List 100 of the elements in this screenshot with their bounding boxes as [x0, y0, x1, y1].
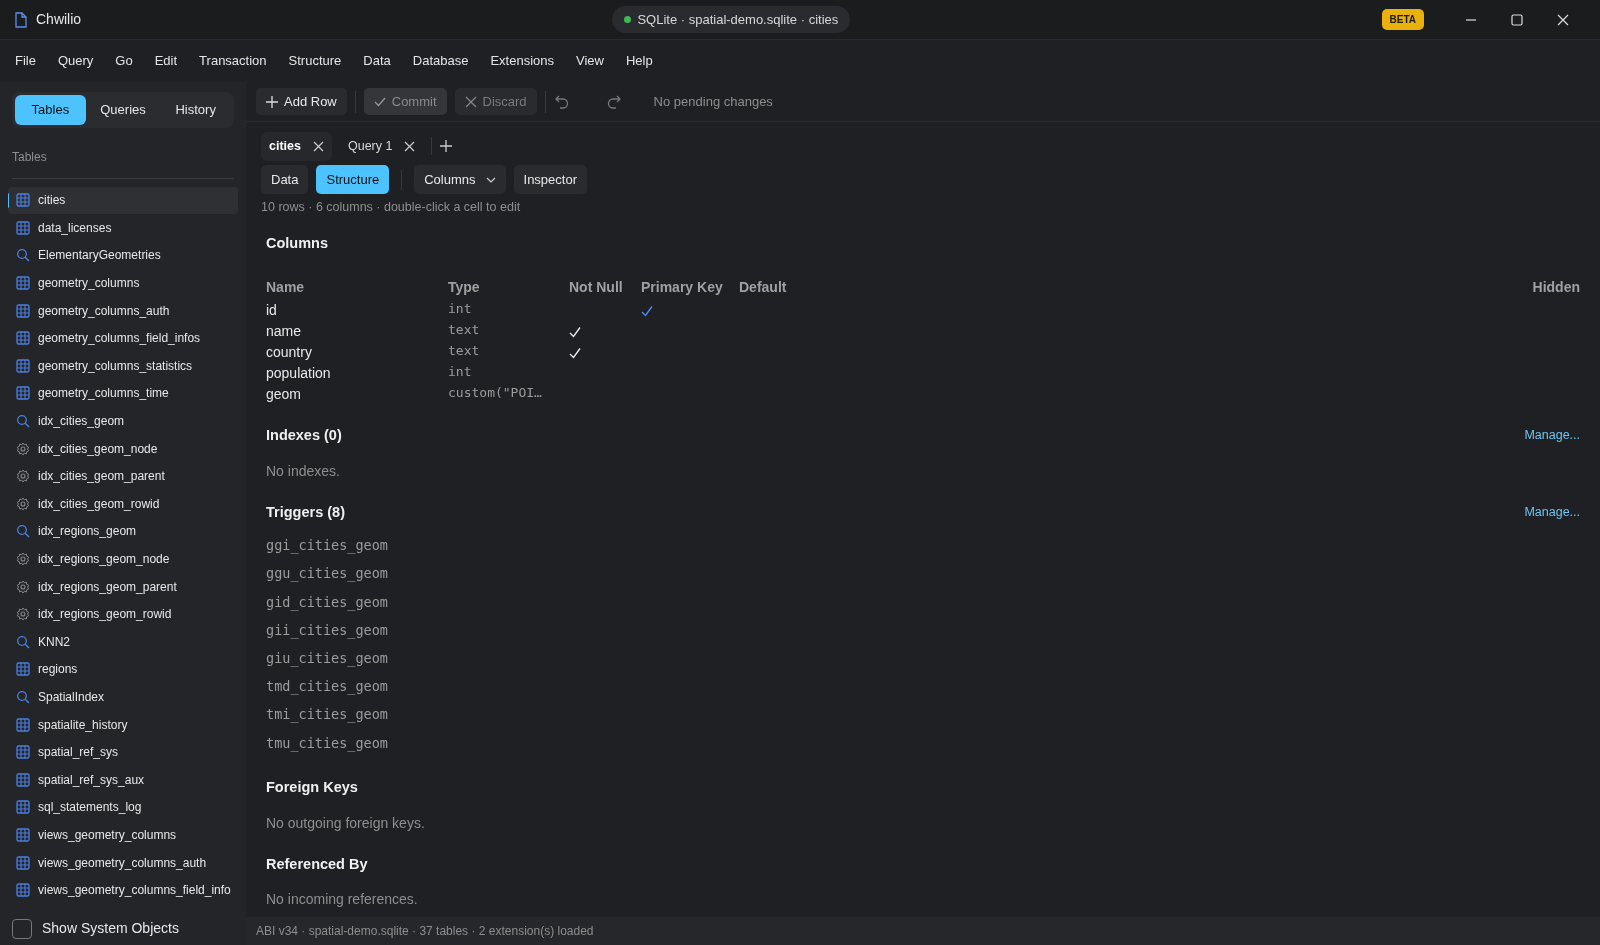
sidebar-item[interactable]: KNN2	[8, 628, 238, 656]
trigger-name: giu_cities_geom	[266, 649, 389, 669]
menu-item[interactable]: Structure	[279, 47, 351, 75]
column-name: geom	[266, 384, 303, 404]
sidebar-item[interactable]: geometry_columns_statistics	[8, 352, 238, 380]
view-tab[interactable]: Structure	[316, 164, 390, 195]
maximize-icon[interactable]	[1511, 13, 1523, 26]
menu-item[interactable]: Database	[403, 47, 478, 75]
table-icon	[16, 855, 30, 870]
sidebar-item[interactable]: geometry_columns_time	[8, 379, 238, 408]
sidebar-tab[interactable]: Queries	[87, 95, 159, 125]
sidebar-item[interactable]: views_geometry_columns_field_info	[8, 876, 238, 904]
column-type: text	[448, 341, 481, 360]
menu-item[interactable]: Edit	[145, 47, 187, 75]
menu-item[interactable]: Help	[616, 47, 662, 75]
column-name: id	[266, 300, 278, 320]
sidebar-item[interactable]: spatialite_history	[8, 710, 238, 739]
section-title: Foreign Keys	[266, 777, 358, 797]
column-name: country	[266, 342, 313, 362]
sidebar-item[interactable]: geometry_columns	[8, 269, 238, 297]
table-icon	[16, 193, 30, 208]
sidebar-item[interactable]: idx_cities_geom_rowid	[8, 490, 238, 518]
section-title: Triggers (8)	[266, 502, 345, 522]
sidebar-item[interactable]: SpatialIndex	[8, 683, 238, 711]
view-tab[interactable]: Inspector	[513, 164, 587, 195]
columns-dropdown[interactable]: Columns	[414, 164, 506, 195]
manage-link[interactable]: Manage...	[1524, 426, 1580, 445]
menu-item[interactable]: Data	[354, 47, 400, 75]
gear-icon	[16, 496, 30, 511]
empty-message: No indexes.	[266, 461, 341, 481]
plus-icon	[266, 95, 278, 108]
document-icon	[14, 11, 28, 28]
column-header: Primary Key	[641, 277, 724, 297]
sidebar-item[interactable]: spatial_ref_sys_aux	[8, 765, 238, 794]
checkbox[interactable]	[12, 918, 32, 939]
column-type: int	[448, 362, 473, 381]
close-icon[interactable]	[404, 140, 416, 152]
trigger-name: tmu_cities_geom	[266, 733, 389, 754]
sidebar-item[interactable]: idx_regions_geom_parent	[8, 572, 238, 601]
table-icon	[16, 331, 30, 346]
column-header: Hidden	[1532, 277, 1580, 297]
column-header: Type	[448, 277, 481, 297]
document-tab[interactable]: cities	[261, 132, 332, 161]
sidebar-item[interactable]: views_geometry_columns_auth	[8, 848, 238, 877]
menu-item[interactable]: File	[6, 47, 45, 75]
table-icon	[16, 358, 30, 373]
redo-icon[interactable]	[605, 93, 622, 110]
sidebar-item[interactable]: cities	[8, 186, 238, 215]
table-icon	[16, 276, 30, 291]
close-icon[interactable]	[1557, 13, 1569, 26]
trigger-name: ggi_cities_geom	[266, 536, 389, 556]
gear-icon	[16, 607, 30, 622]
sidebar-item[interactable]: idx_cities_geom_parent	[8, 462, 238, 491]
sidebar-item[interactable]: idx_cities_geom	[8, 407, 238, 435]
sidebar-item[interactable]: geometry_columns_field_infos	[8, 324, 238, 353]
sidebar-item[interactable]: idx_regions_geom_node	[8, 545, 238, 573]
trigger-name: tmi_cities_geom	[266, 705, 389, 725]
table-icon	[16, 386, 30, 401]
check-icon	[373, 95, 386, 108]
close-icon[interactable]	[312, 140, 324, 152]
sidebar-item[interactable]: ElementaryGeometries	[8, 241, 238, 270]
toolbar-button[interactable]: Add Row	[256, 87, 347, 116]
sidebar-item[interactable]: geometry_columns_auth	[8, 296, 238, 325]
caret-icon	[485, 176, 496, 183]
search-icon	[16, 634, 30, 649]
column-header: Default	[739, 277, 788, 297]
sidebar-item[interactable]: data_licenses	[8, 214, 238, 242]
sidebar-item[interactable]: spatial_ref_sys	[8, 738, 238, 766]
sidebar-tab[interactable]: History	[160, 95, 231, 125]
table-icon	[16, 800, 30, 815]
trigger-name: tmd_cities_geom	[266, 677, 389, 697]
table-summary: 10 rows · 6 columns · double-click a cell to edit	[261, 199, 522, 217]
sidebar-item[interactable]: sql_statements_log	[8, 793, 238, 822]
sidebar-item[interactable]: idx_regions_geom	[8, 517, 238, 546]
sidebar-item[interactable]: idx_regions_geom_rowid	[8, 600, 238, 628]
plus-icon[interactable]	[440, 140, 453, 153]
empty-message: No incoming references.	[266, 890, 419, 910]
search-icon	[16, 524, 30, 539]
sidebar-item[interactable]: views_geometry_columns	[8, 821, 238, 849]
table-icon	[16, 303, 30, 318]
view-tab[interactable]: Data	[261, 164, 309, 195]
menu-item[interactable]: Go	[106, 47, 142, 75]
table-icon	[16, 662, 30, 677]
column-type: int	[448, 299, 473, 318]
manage-link[interactable]: Manage...	[1524, 503, 1580, 522]
document-tab[interactable]: Query 1	[339, 132, 424, 161]
sidebar-item[interactable]: idx_cities_geom_node	[8, 434, 238, 463]
menu-item[interactable]: Transaction	[190, 47, 276, 75]
undo-icon[interactable]	[553, 93, 570, 110]
trigger-name: gii_cities_geom	[266, 620, 389, 641]
table-icon	[16, 883, 30, 898]
menu-item[interactable]: View	[567, 47, 613, 75]
sidebar-tab[interactable]: Tables	[15, 95, 86, 125]
section-label: Tables	[12, 147, 234, 179]
menu-item[interactable]: Query	[48, 47, 103, 75]
sidebar-item[interactable]: regions	[8, 655, 238, 684]
table-icon	[16, 717, 30, 732]
beta-badge: BETA	[1381, 9, 1424, 30]
table-icon	[16, 220, 30, 235]
menu-item[interactable]: Extensions	[481, 47, 563, 75]
